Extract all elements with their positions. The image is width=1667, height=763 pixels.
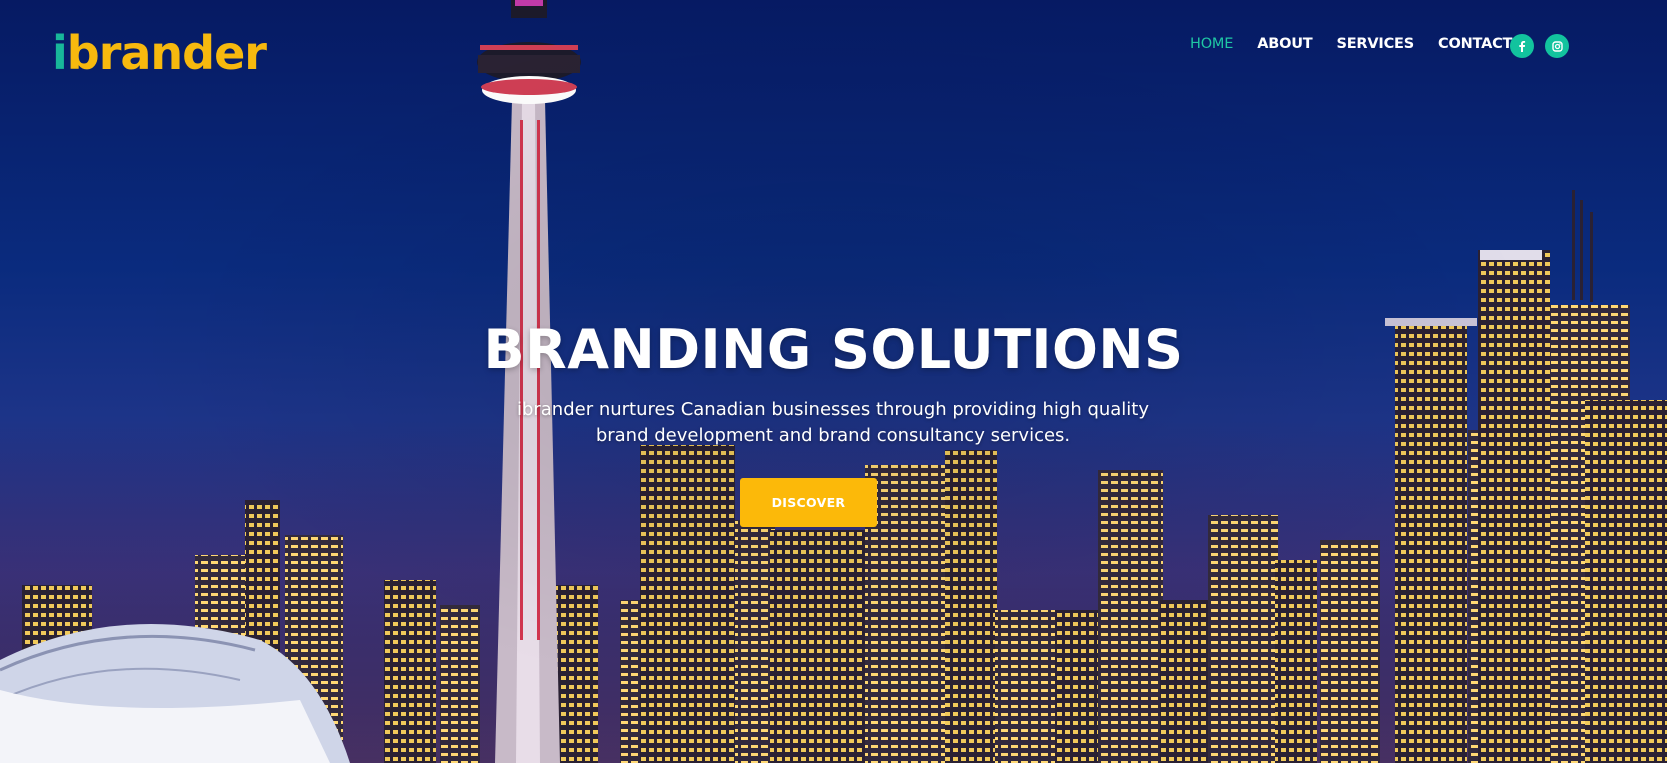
hero-headline: BRANDING SOLUTIONS <box>483 318 1184 381</box>
main-nav: HOME ABOUT SERVICES CONTACT <box>1190 36 1536 52</box>
logo-wordmark: brander <box>66 26 267 80</box>
nav-services[interactable]: SERVICES <box>1336 36 1414 52</box>
instagram-icon <box>1551 40 1563 52</box>
hero-section <box>0 0 1667 763</box>
logo-letter-i: i <box>52 26 68 80</box>
ibrander-logo[interactable]: i brander <box>52 18 267 80</box>
facebook-icon <box>1519 41 1526 52</box>
instagram-button[interactable] <box>1545 34 1569 58</box>
hero-subtext: ibrander nurtures Canadian businesses th… <box>483 397 1183 449</box>
social-links <box>1510 34 1569 58</box>
nav-about[interactable]: ABOUT <box>1257 36 1312 52</box>
facebook-button[interactable] <box>1510 34 1534 58</box>
hero-subtext-line1: ibrander nurtures Canadian businesses th… <box>516 399 1150 420</box>
discover-button[interactable]: DISCOVER <box>740 478 877 527</box>
hero-overlay <box>0 0 1667 763</box>
hero-subtext-line2: brand development and brand consultancy … <box>595 425 1071 446</box>
nav-contact[interactable]: CONTACT <box>1438 36 1512 52</box>
nav-home[interactable]: HOME <box>1190 36 1233 52</box>
